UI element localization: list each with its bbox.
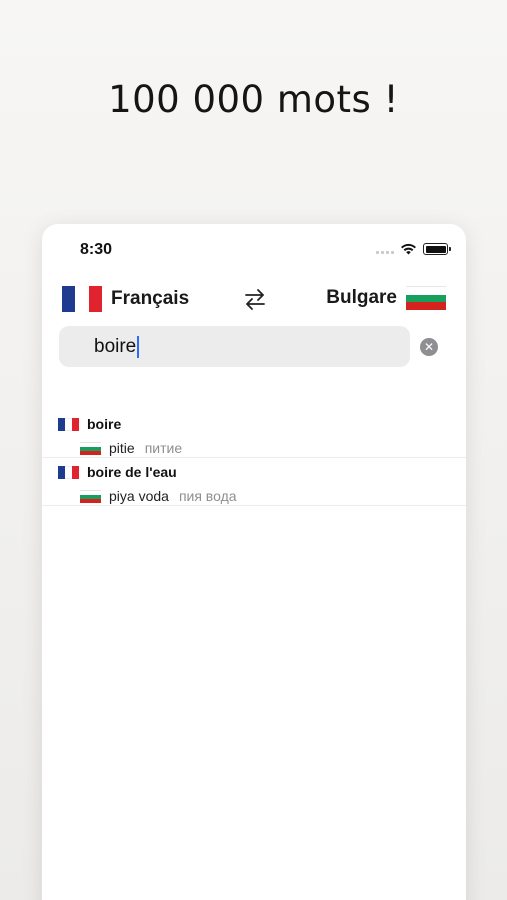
results-list: boire pitie питие boire de l'eau piya vo… (42, 410, 466, 506)
target-language-button[interactable]: Bulgare (326, 286, 446, 311)
language-selector: Français Bulgare (42, 284, 466, 316)
wifi-icon (401, 243, 416, 255)
clear-search-icon[interactable]: ✕ (420, 338, 438, 356)
search-input[interactable]: boire (59, 326, 410, 367)
result-term: boire de l'eau (87, 464, 177, 480)
result-cyrillic: пия вода (178, 488, 237, 504)
swap-languages-icon[interactable] (242, 286, 268, 312)
bulgaria-flag-icon (80, 441, 101, 455)
cellular-signal-icon (376, 244, 394, 254)
result-cyrillic: питие (144, 440, 183, 456)
text-cursor (137, 335, 140, 358)
result-translation: pitie (109, 440, 135, 456)
result-translation-row: piya voda пия вода (80, 488, 237, 504)
result-term-row: boire (58, 416, 121, 432)
promo-headline: 100 000 mots ! (108, 78, 399, 121)
battery-icon (423, 243, 451, 255)
bulgaria-flag-icon (406, 286, 446, 311)
result-term-row: boire de l'eau (58, 464, 177, 480)
status-icons (376, 243, 451, 255)
source-language-button[interactable]: Français (62, 286, 189, 312)
search-input-value: boire (94, 335, 137, 357)
status-time: 8:30 (80, 241, 113, 258)
france-flag-icon (58, 417, 79, 431)
status-bar: 8:30 (42, 224, 466, 274)
phone-screen: 8:30 Français Bulgare boire ✕ boire piti… (42, 224, 466, 900)
result-translation-row: pitie питие (80, 440, 182, 456)
france-flag-icon (62, 286, 102, 312)
france-flag-icon (58, 465, 79, 479)
result-translation: piya voda (109, 488, 169, 504)
result-item[interactable]: boire de l'eau piya voda пия вода (42, 458, 466, 506)
result-item[interactable]: boire pitie питие (42, 410, 466, 458)
bulgaria-flag-icon (80, 489, 101, 503)
result-term: boire (87, 416, 122, 432)
source-language-label: Français (111, 288, 190, 309)
target-language-label: Bulgare (326, 287, 397, 308)
